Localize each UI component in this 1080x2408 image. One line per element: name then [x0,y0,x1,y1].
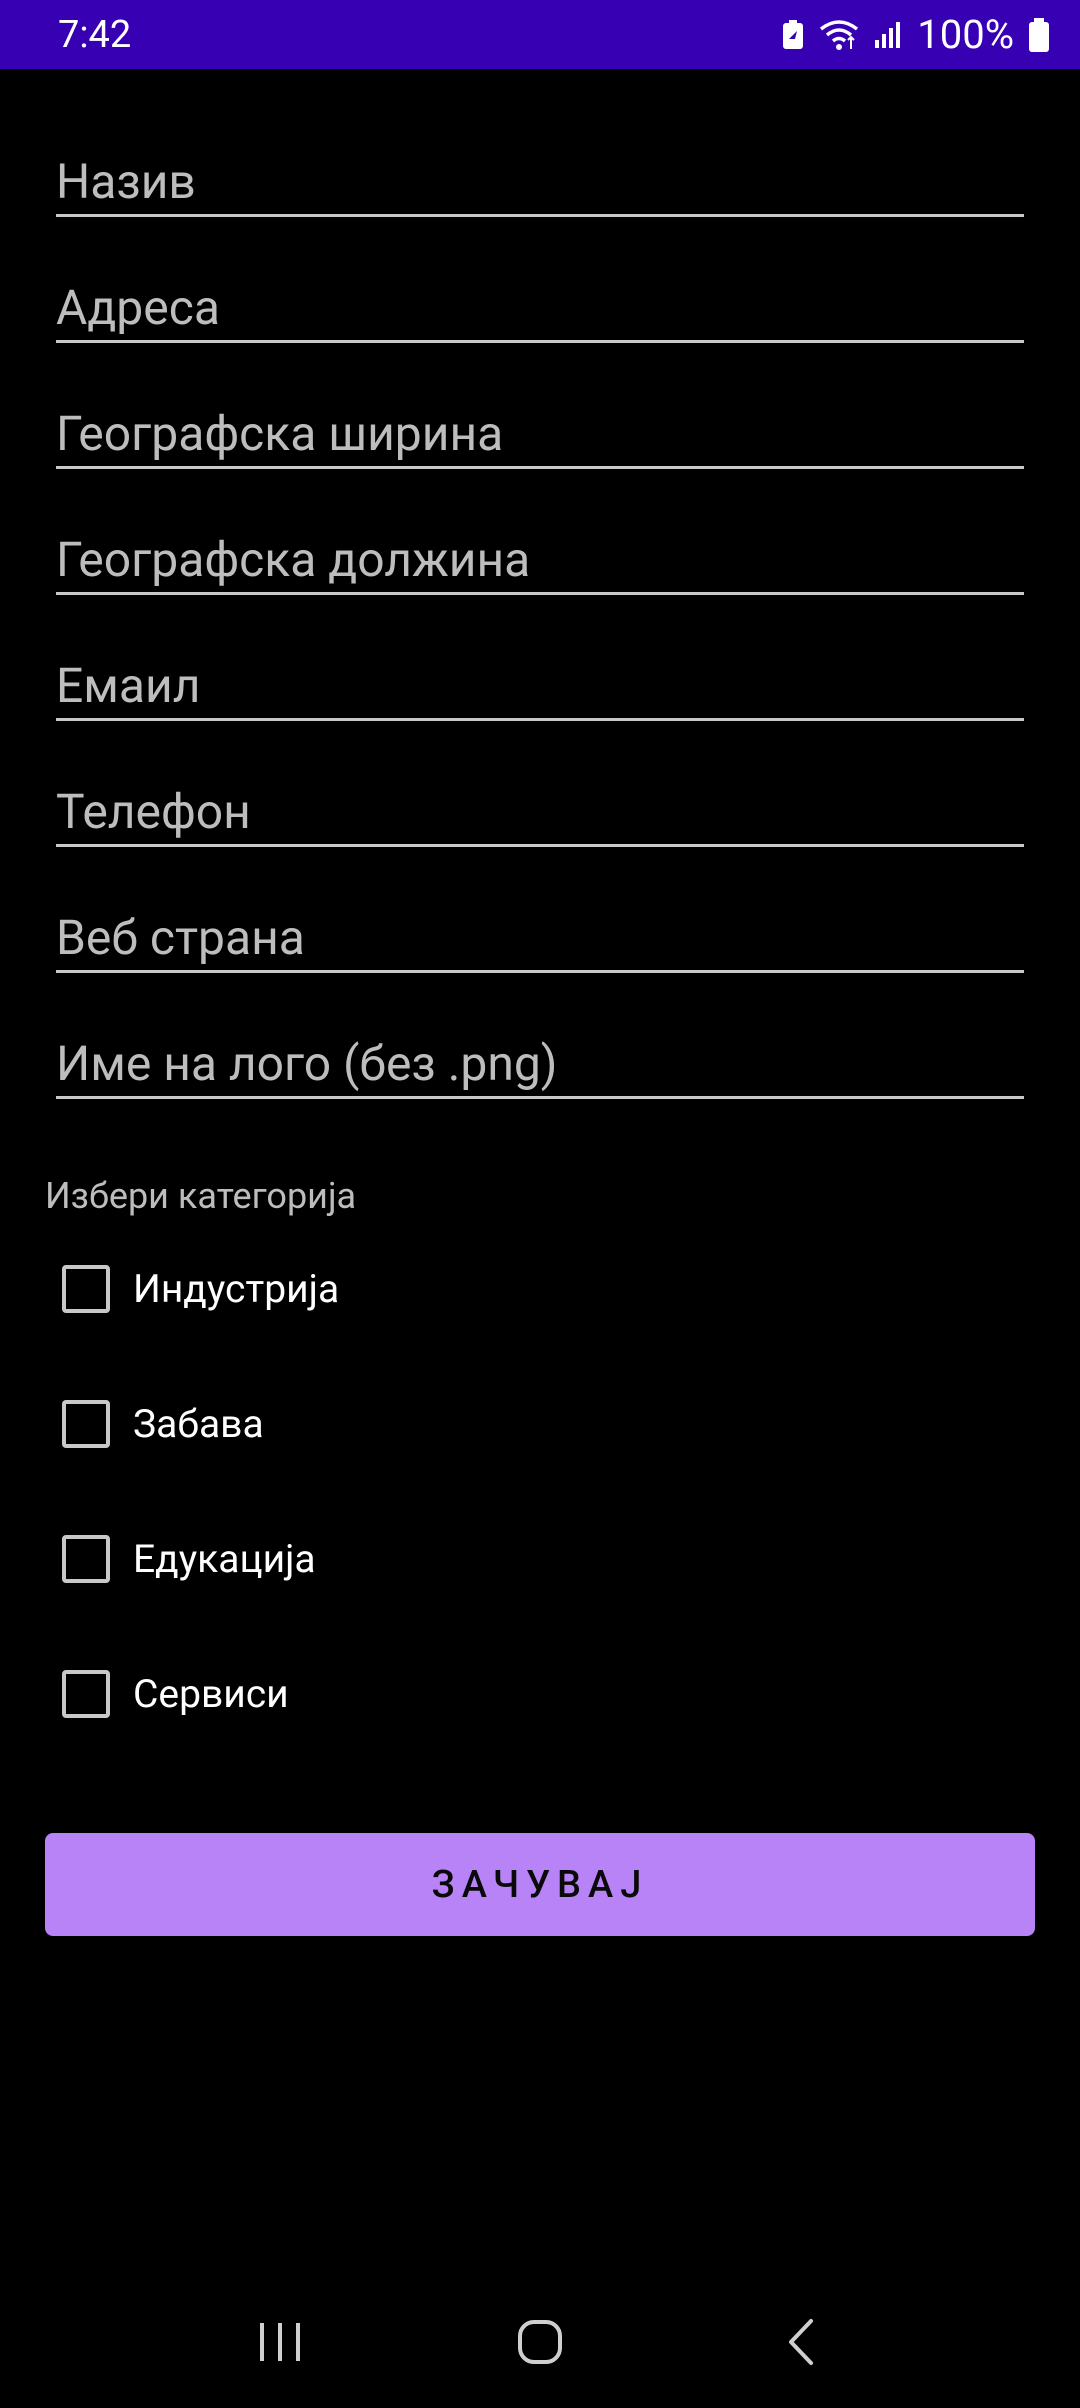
latitude-field[interactable] [56,401,1024,466]
address-field-container [56,275,1024,343]
checkbox-icon[interactable] [62,1265,110,1313]
battery-saver-icon [781,19,805,51]
checkbox-icon[interactable] [62,1670,110,1718]
home-icon [516,2318,564,2370]
phone-field-container [56,779,1024,847]
checkbox-icon[interactable] [62,1400,110,1448]
email-field[interactable] [56,653,1024,718]
address-field[interactable] [56,275,1024,340]
checkbox-industry[interactable]: Индустрија [62,1259,562,1319]
checkbox-label: Сервиси [133,1671,289,1717]
checkbox-icon[interactable] [62,1535,110,1583]
recent-apps-icon [257,2321,303,2367]
category-label: Избери категорија [45,1175,357,1217]
checkbox-entertainment[interactable]: Забава [62,1394,562,1454]
back-button[interactable] [740,2294,860,2394]
latitude-field-container [56,401,1024,469]
website-field-container [56,905,1024,973]
wifi-icon [819,19,859,51]
recent-apps-button[interactable] [220,2294,340,2394]
checkbox-education[interactable]: Едукација [62,1529,562,1589]
checkbox-services[interactable]: Сервиси [62,1664,562,1724]
screen: 7:42 100% Назив Адреса Географска ширина… [0,0,1080,2408]
battery-icon [1028,17,1050,52]
status-bar: 7:42 100% [0,0,1080,69]
navigation-bar [0,2280,1080,2408]
checkbox-label: Едукација [133,1536,316,1582]
signal-icon [873,20,903,50]
longitude-field[interactable] [56,527,1024,592]
email-field-container [56,653,1024,721]
checkbox-label: Индустрија [133,1266,340,1312]
phone-field[interactable] [56,779,1024,844]
logo-name-field-container [56,1031,1024,1099]
back-icon [783,2317,817,2371]
name-field-container [56,149,1024,217]
save-button[interactable]: ЗАЧУВАЈ [45,1833,1035,1936]
checkbox-label: Забава [133,1401,264,1447]
home-button[interactable] [480,2294,600,2394]
status-time: 7:42 [58,12,132,57]
status-icons: 100% [781,11,1050,58]
name-field[interactable] [56,149,1024,214]
battery-percent: 100% [917,11,1014,58]
logo-name-field[interactable] [56,1031,1024,1096]
longitude-field-container [56,527,1024,595]
website-field[interactable] [56,905,1024,970]
